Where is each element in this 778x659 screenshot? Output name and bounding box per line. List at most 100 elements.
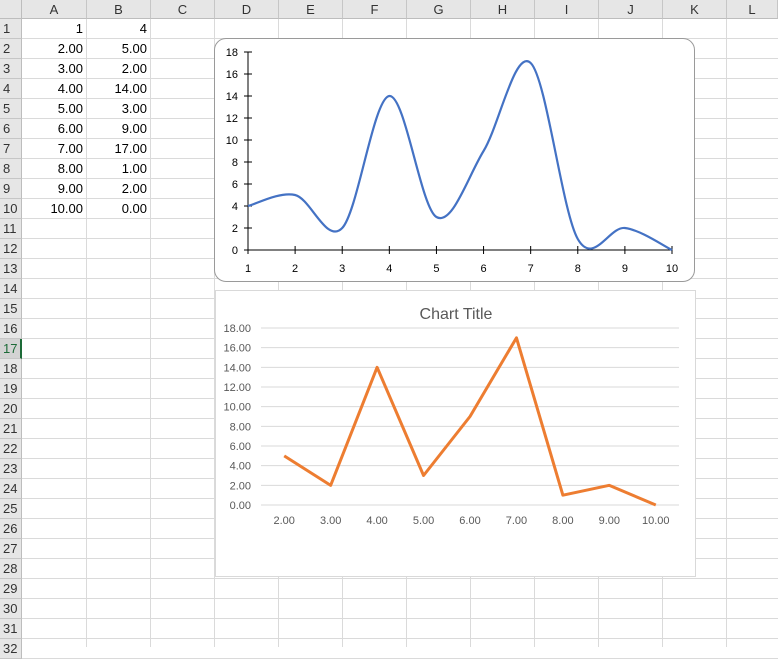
cell-a6[interactable]: 6.00 (22, 119, 87, 139)
y-tick-label: 16.00 (223, 343, 251, 355)
column-header-a[interactable]: A (22, 0, 87, 19)
column-header-g[interactable]: G (407, 0, 471, 19)
gridline-horizontal (22, 638, 778, 639)
cell-a2[interactable]: 2.00 (22, 39, 87, 59)
y-tick-label: 18.00 (223, 323, 251, 335)
row-header-21[interactable]: 21 (0, 419, 22, 439)
y-tick-label: 0.00 (230, 500, 251, 512)
cell-b5[interactable]: 3.00 (87, 99, 151, 119)
x-tick-label: 10.00 (642, 515, 670, 527)
cell-a3[interactable]: 3.00 (22, 59, 87, 79)
y-tick-label: 10 (226, 135, 238, 147)
cell-b8[interactable]: 1.00 (87, 159, 151, 179)
x-tick-label: 7 (528, 263, 534, 275)
cell-b10[interactable]: 0.00 (87, 199, 151, 219)
row-header-24[interactable]: 24 (0, 479, 22, 499)
gridline-vertical (726, 19, 727, 647)
row-header-30[interactable]: 30 (0, 599, 22, 619)
x-tick-label: 9 (622, 263, 628, 275)
x-tick-label: 6.00 (459, 515, 480, 527)
column-header-l[interactable]: L (727, 0, 778, 19)
row-header-6[interactable]: 6 (0, 119, 22, 139)
smooth-line-chart[interactable]: 0 2 4 6 8 10 12 14 16 18 1 2 3 4 5 6 7 8 9 10 (214, 38, 695, 282)
gridline-horizontal (22, 598, 778, 599)
row-header-7[interactable]: 7 (0, 139, 22, 159)
row-header-31[interactable]: 31 (0, 619, 22, 639)
cell-a5[interactable]: 5.00 (22, 99, 87, 119)
x-tick-label: 10 (666, 263, 678, 275)
select-all-corner[interactable] (0, 0, 22, 19)
row-header-29[interactable]: 29 (0, 579, 22, 599)
x-tick-label: 2 (292, 263, 298, 275)
row-header-12[interactable]: 12 (0, 239, 22, 259)
x-tick-label: 8.00 (552, 515, 573, 527)
row-header-3[interactable]: 3 (0, 59, 22, 79)
column-header-b[interactable]: B (87, 0, 151, 19)
y-tick-label: 2.00 (230, 480, 251, 492)
y-tick-label: 6.00 (230, 441, 251, 453)
row-header-17[interactable]: 17 (0, 339, 22, 359)
cell-a7[interactable]: 7.00 (22, 139, 87, 159)
column-header-h[interactable]: H (471, 0, 535, 19)
x-tick-label: 6 (480, 263, 486, 275)
row-header-20[interactable]: 20 (0, 399, 22, 419)
row-header-13[interactable]: 13 (0, 259, 22, 279)
y-tick-label: 10.00 (223, 402, 251, 414)
row-header-15[interactable]: 15 (0, 299, 22, 319)
row-header-14[interactable]: 14 (0, 279, 22, 299)
cell-a1[interactable]: 1 (22, 19, 87, 39)
cell-a4[interactable]: 4.00 (22, 79, 87, 99)
cell-b6[interactable]: 9.00 (87, 119, 151, 139)
row-header-1[interactable]: 1 (0, 19, 22, 39)
line-chart[interactable]: Chart Title 0.00 2.00 4.00 6.00 8.00 10.00 12.… (215, 290, 696, 577)
row-header-16[interactable]: 16 (0, 319, 22, 339)
row-header-32[interactable]: 32 (0, 639, 22, 659)
chart-title[interactable]: Chart Title (420, 306, 493, 323)
cell-a9[interactable]: 9.00 (22, 179, 87, 199)
cell-b4[interactable]: 14.00 (87, 79, 151, 99)
row-header-4[interactable]: 4 (0, 79, 22, 99)
series-line[interactable] (247, 60, 673, 251)
y-tick-label: 12 (226, 113, 238, 125)
row-header-19[interactable]: 19 (0, 379, 22, 399)
series-line[interactable] (283, 336, 657, 507)
x-tick-label: 3.00 (320, 515, 341, 527)
row-header-18[interactable]: 18 (0, 359, 22, 379)
cell-b7[interactable]: 17.00 (87, 139, 151, 159)
column-header-d[interactable]: D (215, 0, 279, 19)
cell-b1[interactable]: 4 (87, 19, 151, 39)
y-tick-label: 12.00 (223, 382, 251, 394)
row-header-8[interactable]: 8 (0, 159, 22, 179)
row-header-22[interactable]: 22 (0, 439, 22, 459)
column-header-f[interactable]: F (343, 0, 407, 19)
row-header-2[interactable]: 2 (0, 39, 22, 59)
column-header-i[interactable]: I (535, 0, 599, 19)
row-header-25[interactable]: 25 (0, 499, 22, 519)
x-tick-label: 3 (339, 263, 345, 275)
cell-a8[interactable]: 8.00 (22, 159, 87, 179)
y-tick-label: 0 (232, 245, 238, 257)
y-tick-label: 18 (226, 47, 238, 59)
row-header-27[interactable]: 27 (0, 539, 22, 559)
y-tick-label: 6 (232, 179, 238, 191)
column-header-e[interactable]: E (279, 0, 343, 19)
line-chart-plot: Chart Title 0.00 2.00 4.00 6.00 8.00 10.00 12.… (223, 306, 679, 527)
x-tick-label: 2.00 (274, 515, 295, 527)
row-header-23[interactable]: 23 (0, 459, 22, 479)
row-header-11[interactable]: 11 (0, 219, 22, 239)
cell-b9[interactable]: 2.00 (87, 179, 151, 199)
column-header-k[interactable]: K (663, 0, 727, 19)
column-header-j[interactable]: J (599, 0, 663, 19)
cell-b3[interactable]: 2.00 (87, 59, 151, 79)
row-header-10[interactable]: 10 (0, 199, 22, 219)
row-header-26[interactable]: 26 (0, 519, 22, 539)
y-tick-label: 2 (232, 223, 238, 235)
y-tick-label: 14.00 (223, 362, 251, 374)
cell-b2[interactable]: 5.00 (87, 39, 151, 59)
row-header-5[interactable]: 5 (0, 99, 22, 119)
row-header-28[interactable]: 28 (0, 559, 22, 579)
x-tick-label: 4.00 (366, 515, 387, 527)
cell-a10[interactable]: 10.00 (22, 199, 87, 219)
row-header-9[interactable]: 9 (0, 179, 22, 199)
column-header-c[interactable]: C (151, 0, 215, 19)
